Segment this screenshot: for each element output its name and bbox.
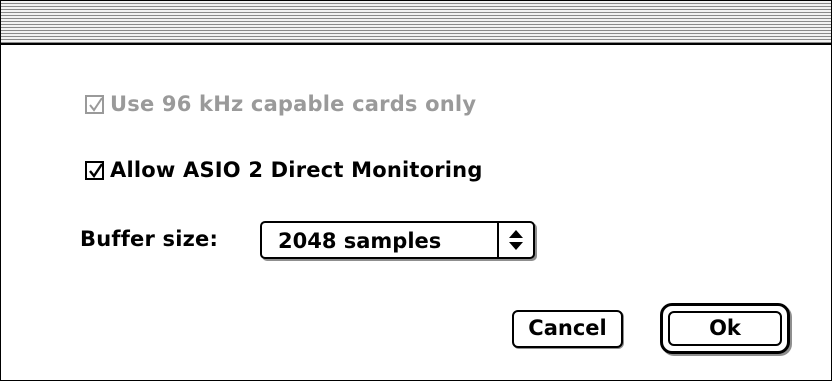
asio2-monitoring-option[interactable]: Allow ASIO 2 Direct Monitoring — [85, 158, 483, 182]
use-96khz-checkbox — [85, 94, 104, 114]
ok-button[interactable]: Ok — [668, 311, 782, 346]
title-bar[interactable] — [1, 1, 831, 45]
buffer-size-value: 2048 samples — [278, 229, 442, 253]
buffer-size-row: Buffer size: — [80, 227, 218, 251]
checkmark-icon — [89, 162, 103, 178]
buffer-size-popup[interactable]: 2048 samples — [260, 221, 535, 259]
ok-button-default-ring[interactable]: Ok — [660, 303, 790, 354]
use-96khz-label: Use 96 kHz capable cards only — [110, 92, 477, 116]
use-96khz-option: Use 96 kHz capable cards only — [85, 92, 476, 116]
checkmark-icon — [89, 96, 103, 112]
dialog-window: Use 96 kHz capable cards only Allow ASIO… — [0, 0, 832, 381]
popup-arrows[interactable] — [497, 223, 533, 257]
up-down-arrows-icon — [509, 230, 523, 250]
title-bar-stripes — [9, 7, 823, 37]
asio2-monitoring-label[interactable]: Allow ASIO 2 Direct Monitoring — [110, 158, 483, 182]
buffer-size-label: Buffer size: — [80, 227, 219, 251]
asio2-monitoring-checkbox[interactable] — [85, 160, 104, 180]
cancel-button[interactable]: Cancel — [512, 310, 623, 348]
